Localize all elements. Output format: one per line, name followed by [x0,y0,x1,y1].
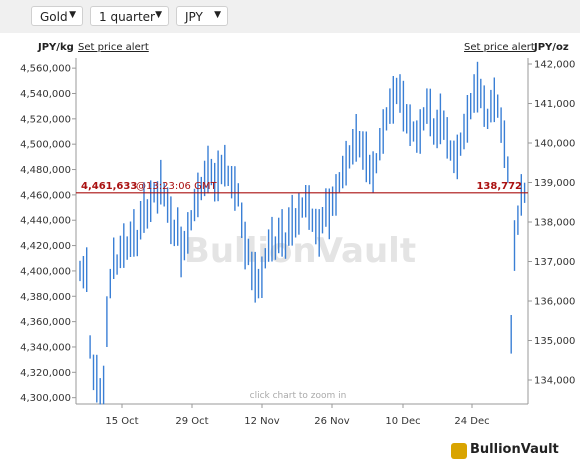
chart-watermark: BullionVault [184,231,416,271]
y-left-tick-label: 4,400,000 [20,266,71,277]
current-price-kg-label: 4,461,633 [81,181,137,192]
y-right-tick-label: 136,000 [534,297,575,308]
brand-logo-text: BullionVault [470,442,559,457]
y-right-tick-label: 134,000 [534,376,575,387]
y-left-tick-label: 4,440,000 [20,216,71,227]
y-left-tick-label: 4,300,000 [20,393,71,404]
y-left-tick-label: 4,460,000 [20,190,71,201]
y-left-tick-label: 4,320,000 [20,368,71,379]
y-left-tick-label: 4,420,000 [20,241,71,252]
y-left-tick-label: 4,520,000 [20,114,71,125]
y-left-tick-label: 4,380,000 [20,292,71,303]
current-price-oz-label: 138,772 [476,181,522,192]
zoom-hint: click chart to zoom in [250,391,347,401]
y-right-tick-label: 140,000 [534,139,575,150]
y-left-tick-label: 4,560,000 [20,64,71,75]
y-left-tick-label: 4,480,000 [20,165,71,176]
price-chart[interactable]: 4,300,000 4,320,000 4,340,000 4,360,000 4,38… [0,0,580,471]
x-tick-label: 12 Nov [244,416,280,427]
x-tick-label: 24 Dec [454,416,489,427]
y-left-tick-label: 4,360,000 [20,317,71,328]
bullionvault-logo-icon [451,443,467,459]
y-right-tick-label: 135,000 [534,336,575,347]
y-right-tick-label: 137,000 [534,257,575,268]
y-right-tick-label: 138,000 [534,218,575,229]
y-right-tick-label: 139,000 [534,178,575,189]
current-price-time-label: @13:23:06 GMT [136,181,217,192]
x-tick-label: 26 Nov [314,416,350,427]
x-tick-label: 15 Oct [105,416,138,427]
x-tick-label: 29 Oct [175,416,208,427]
y-right-tick-label: 141,000 [534,99,575,110]
y-right-tick-label: 142,000 [534,60,575,71]
x-tick-label: 10 Dec [385,416,420,427]
y-left-tick-label: 4,340,000 [20,342,71,353]
y-left-tick-label: 4,540,000 [20,89,71,100]
y-left-tick-label: 4,500,000 [20,140,71,151]
